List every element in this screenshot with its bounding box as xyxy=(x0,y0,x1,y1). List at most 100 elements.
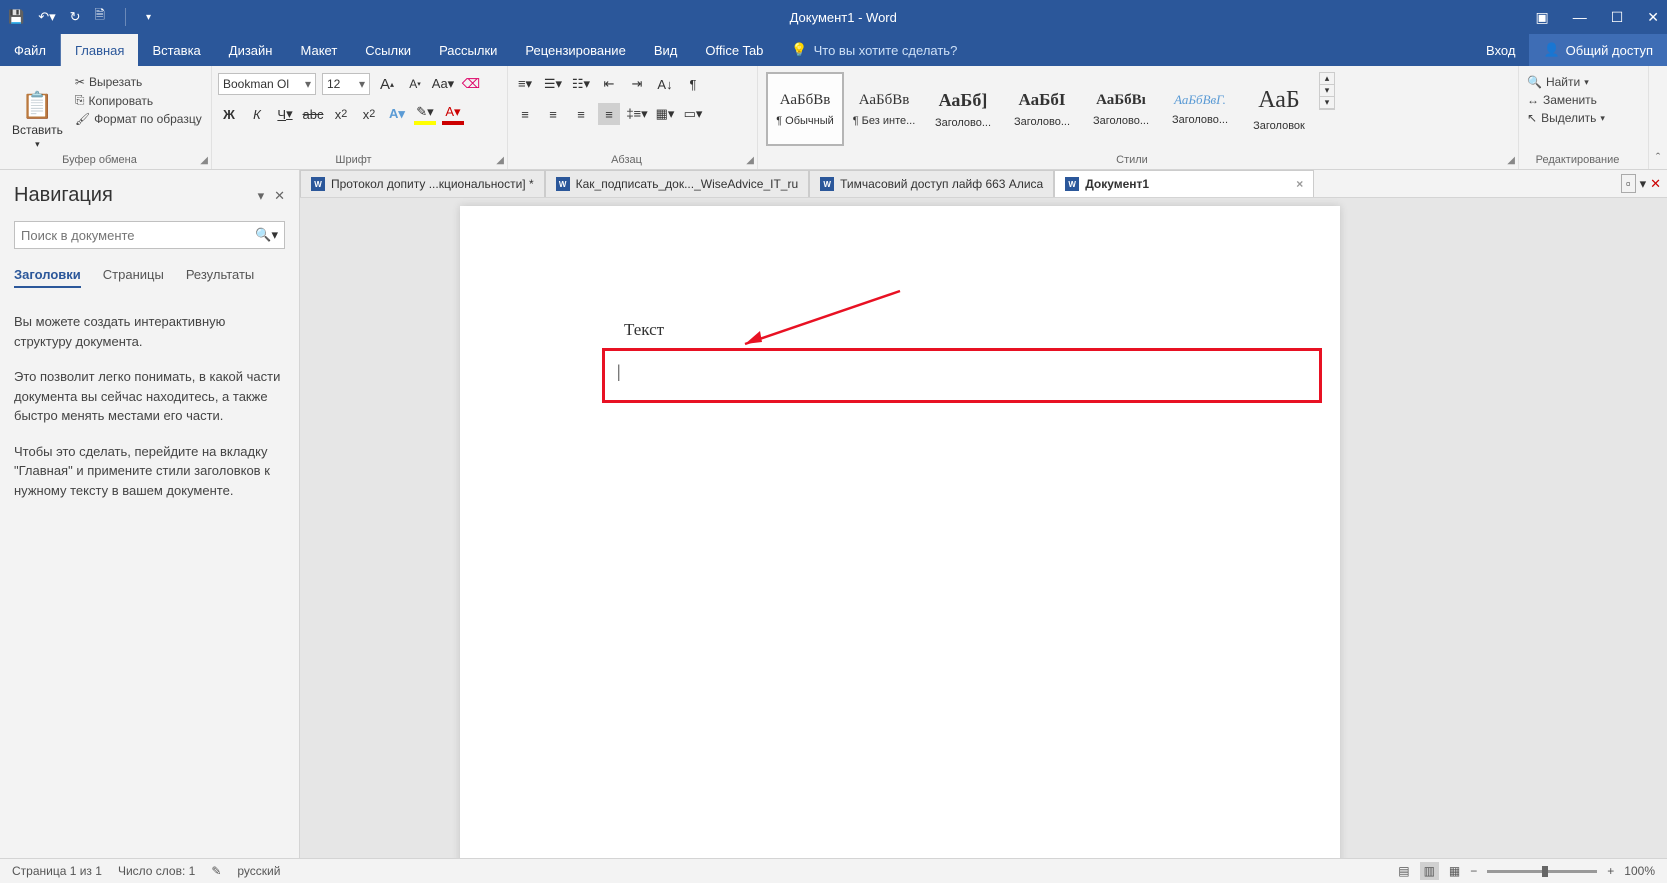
show-marks-icon[interactable]: ¶ xyxy=(682,73,704,95)
nav-tab-pages[interactable]: Страницы xyxy=(103,267,164,288)
tab-close-icon[interactable]: × xyxy=(1296,177,1303,191)
underline-button[interactable]: Ч▾ xyxy=(274,103,296,125)
redo-icon[interactable]: ↻ xyxy=(70,9,81,25)
style-heading3[interactable]: АаБбВıЗаголово... xyxy=(1082,72,1160,146)
zoom-slider[interactable] xyxy=(1487,870,1597,873)
doctab-4[interactable]: WДокумент1× xyxy=(1054,170,1314,197)
line-spacing-icon[interactable]: ‡≡▾ xyxy=(626,103,648,125)
font-size-combo[interactable]: 12▾ xyxy=(322,73,370,95)
minimize-icon[interactable]: — xyxy=(1573,9,1587,25)
doctab-2[interactable]: WКак_подписать_док..._WiseAdvice_IT_ru xyxy=(545,170,810,197)
gallery-down-icon[interactable]: ▾ xyxy=(1320,85,1334,97)
search-icon[interactable]: 🔍▾ xyxy=(255,227,278,243)
web-layout-icon[interactable]: ▦ xyxy=(1449,864,1460,878)
nav-menu-icon[interactable]: ▾ xyxy=(258,188,265,204)
zoom-in-icon[interactable]: + xyxy=(1607,864,1614,878)
close-icon[interactable]: ✕ xyxy=(1647,9,1659,26)
bullets-icon[interactable]: ≡▾ xyxy=(514,73,536,95)
menu-layout[interactable]: Макет xyxy=(286,34,351,66)
strike-button[interactable]: abc xyxy=(302,103,324,125)
status-words[interactable]: Число слов: 1 xyxy=(118,864,195,878)
zoom-value[interactable]: 100% xyxy=(1624,864,1655,878)
align-left-icon[interactable]: ≡ xyxy=(514,103,536,125)
menu-home[interactable]: Главная xyxy=(61,34,138,66)
style-title[interactable]: АаБЗаголовок xyxy=(1240,72,1318,146)
gallery-more-icon[interactable]: ▾ xyxy=(1320,97,1334,109)
numbering-icon[interactable]: ☰▾ xyxy=(542,73,564,95)
menu-file[interactable]: Файл xyxy=(0,34,61,66)
tabs-menu-icon[interactable]: ▾ xyxy=(1640,176,1647,192)
tell-me[interactable]: 💡 Что вы хотите сделать? xyxy=(777,34,971,66)
status-language[interactable]: русский xyxy=(237,864,280,878)
style-heading4[interactable]: АаБбВвГ.Заголово... xyxy=(1161,72,1239,146)
print-preview-icon[interactable]: 🗎 xyxy=(95,6,105,28)
doctab-3[interactable]: WТимчасовий доступ лайф 663 Алиса xyxy=(809,170,1054,197)
nav-search[interactable]: 🔍▾ xyxy=(14,221,285,249)
ribbon-options-icon[interactable]: ▣ xyxy=(1535,9,1548,26)
italic-button[interactable]: К xyxy=(246,103,268,125)
menu-insert[interactable]: Вставка xyxy=(138,34,214,66)
copy-button[interactable]: ⎘Копировать xyxy=(73,92,204,109)
shading-icon[interactable]: ▦▾ xyxy=(654,103,676,125)
style-heading2[interactable]: АаБбIЗаголово... xyxy=(1003,72,1081,146)
font-name-combo[interactable]: Bookman Ol▾ xyxy=(218,73,316,95)
save-icon[interactable]: 💾 xyxy=(8,9,24,25)
status-page[interactable]: Страница 1 из 1 xyxy=(12,864,102,878)
menu-references[interactable]: Ссылки xyxy=(351,34,425,66)
bold-button[interactable]: Ж xyxy=(218,103,240,125)
cut-button[interactable]: ✂Вырезать xyxy=(73,74,204,90)
font-dialog-launcher[interactable]: ◢ xyxy=(496,155,504,166)
menu-view[interactable]: Вид xyxy=(640,34,692,66)
nav-search-input[interactable] xyxy=(21,228,255,243)
styles-dialog-launcher[interactable]: ◢ xyxy=(1507,155,1515,166)
grow-font-icon[interactable]: A▴ xyxy=(376,73,398,95)
doctab-1[interactable]: WПротокол допиту ...кциональности] * xyxy=(300,170,545,197)
replace-button[interactable]: ↔Заменить xyxy=(1525,92,1642,108)
menu-officetab[interactable]: Office Tab xyxy=(691,34,777,66)
login-button[interactable]: Вход xyxy=(1472,43,1529,58)
undo-icon[interactable]: ↶▾ xyxy=(38,9,55,25)
increase-indent-icon[interactable]: ⇥ xyxy=(626,73,648,95)
nav-tab-results[interactable]: Результаты xyxy=(186,267,254,288)
collapse-ribbon-icon[interactable]: ˆ xyxy=(1656,150,1660,165)
clear-format-icon[interactable]: ⌫ xyxy=(460,73,482,95)
highlight-icon[interactable]: ✎▾ xyxy=(414,103,436,125)
subscript-button[interactable]: x2 xyxy=(330,103,352,125)
nav-close-icon[interactable]: ✕ xyxy=(274,188,285,204)
multilevel-icon[interactable]: ☷▾ xyxy=(570,73,592,95)
tabs-close-all-icon[interactable]: ✕ xyxy=(1650,176,1661,192)
text-effects-icon[interactable]: A▾ xyxy=(386,103,408,125)
new-tab-icon[interactable]: ▫ xyxy=(1621,174,1636,193)
sort-icon[interactable]: A↓ xyxy=(654,73,676,95)
font-color-icon[interactable]: A▾ xyxy=(442,103,464,125)
nav-tab-headings[interactable]: Заголовки xyxy=(14,267,81,288)
zoom-out-icon[interactable]: − xyxy=(1470,864,1477,878)
proofing-icon[interactable]: ✎ xyxy=(211,864,221,878)
change-case-icon[interactable]: Aa▾ xyxy=(432,73,454,95)
style-nospacing[interactable]: АаБбВв¶ Без инте... xyxy=(845,72,923,146)
align-right-icon[interactable]: ≡ xyxy=(570,103,592,125)
menu-mailings[interactable]: Рассылки xyxy=(425,34,511,66)
menu-review[interactable]: Рецензирование xyxy=(511,34,639,66)
print-layout-icon[interactable]: ▥ xyxy=(1420,862,1439,880)
borders-icon[interactable]: ▭▾ xyxy=(682,103,704,125)
find-button[interactable]: 🔍Найти▾ xyxy=(1525,74,1642,90)
menu-design[interactable]: Дизайн xyxy=(215,34,287,66)
decrease-indent-icon[interactable]: ⇤ xyxy=(598,73,620,95)
align-center-icon[interactable]: ≡ xyxy=(542,103,564,125)
superscript-button[interactable]: x2 xyxy=(358,103,380,125)
maximize-icon[interactable]: ☐ xyxy=(1611,9,1624,26)
format-painter-button[interactable]: 🖌Формат по образцу xyxy=(73,111,204,127)
clipboard-dialog-launcher[interactable]: ◢ xyxy=(200,155,208,166)
page[interactable]: Текст xyxy=(460,206,1340,858)
justify-icon[interactable]: ≡ xyxy=(598,103,620,125)
paragraph-dialog-launcher[interactable]: ◢ xyxy=(746,155,754,166)
style-normal[interactable]: АаБбВв¶ Обычный xyxy=(766,72,844,146)
select-button[interactable]: ↖Выделить▾ xyxy=(1525,110,1642,126)
shrink-font-icon[interactable]: A▾ xyxy=(404,73,426,95)
style-heading1[interactable]: АаБб]Заголово... xyxy=(924,72,1002,146)
gallery-up-icon[interactable]: ▴ xyxy=(1320,73,1334,85)
share-button[interactable]: 👤 Общий доступ xyxy=(1529,34,1667,66)
read-mode-icon[interactable]: ▤ xyxy=(1398,864,1409,878)
document-canvas[interactable]: Текст xyxy=(300,198,1667,858)
